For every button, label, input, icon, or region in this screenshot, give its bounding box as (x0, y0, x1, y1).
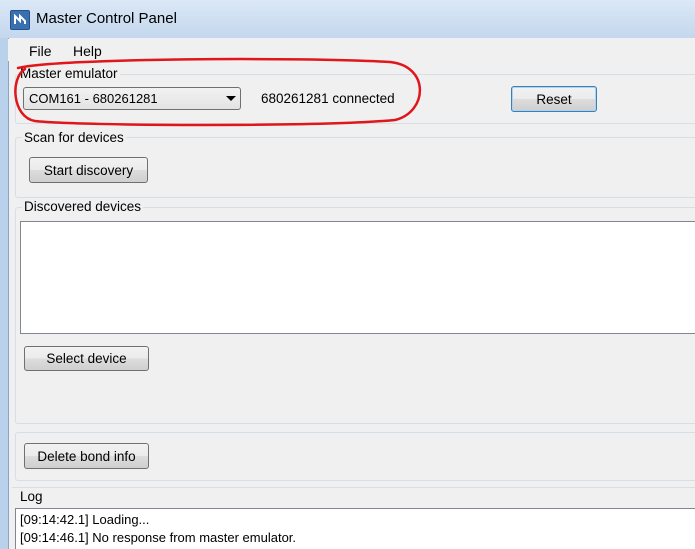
log-line: [09:14:42.1] Loading... (20, 512, 150, 527)
menu-help[interactable]: Help (73, 43, 102, 59)
chevron-down-icon (226, 96, 236, 101)
select-device-button[interactable]: Select device (24, 346, 149, 371)
reset-button[interactable]: Reset (511, 86, 597, 112)
start-discovery-button[interactable]: Start discovery (29, 157, 148, 183)
window-title: Master Control Panel (36, 10, 177, 27)
log-title: Log (20, 489, 43, 504)
delete-bond-info-button[interactable]: Delete bond info (24, 443, 149, 469)
menu-bar (8, 39, 695, 61)
scan-group-title: Scan for devices (22, 130, 126, 145)
discovered-devices-list[interactable] (20, 221, 695, 334)
master-emulator-group-title: Master emulator (18, 66, 120, 81)
title-bar: Master Control Panel (0, 0, 695, 38)
com-port-select[interactable]: COM161 - 680261281 (23, 87, 241, 110)
log-line: [09:14:46.1] No response from master emu… (20, 530, 297, 545)
com-port-selected-value: COM161 - 680261281 (29, 91, 158, 106)
app-logo-icon (10, 10, 30, 30)
log-textbox[interactable]: [09:14:42.1] Loading... [09:14:46.1] No … (15, 508, 695, 549)
connection-status: 680261281 connected (261, 91, 395, 106)
log-separator (12, 487, 695, 488)
menu-file[interactable]: File (29, 43, 52, 59)
discovered-devices-group-title: Discovered devices (22, 199, 144, 214)
